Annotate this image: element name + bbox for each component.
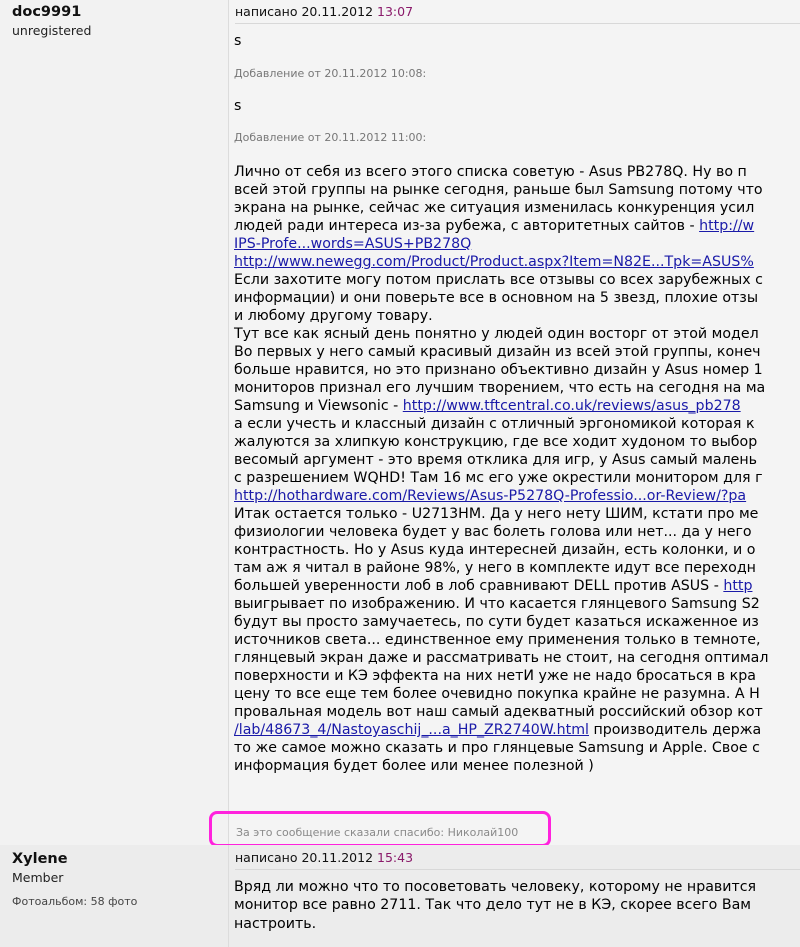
text-segment: контрастность. Но у Asus куда интересней… — [234, 542, 756, 558]
text-segment: Если захотите могу потом прислать все от… — [234, 272, 763, 288]
post-text-line: http://hothardware.com/Reviews/Asus-P527… — [234, 487, 746, 505]
text-segment: источников света... единственное ему при… — [234, 632, 761, 648]
text-segment: информации) и они поверьте все в основно… — [234, 290, 759, 306]
text-segment: монитор все равно 2711. Так что дело тут… — [234, 897, 751, 914]
post-text-line: большей уверенности лоб в лоб сравнивают… — [234, 577, 752, 595]
post-text-line: весомый аргумент - это время отклика для… — [234, 451, 757, 469]
text-segment: людей ради интереса из-за рубежа, с авто… — [234, 218, 700, 234]
post-text-line: IPS-Profe...words=ASUS+PB278Q — [234, 235, 471, 253]
post-text-line: http://www.newegg.com/Product/Product.as… — [234, 253, 754, 271]
post-link[interactable]: /lab/48673_4/Nastoyaschij_...a_HP_ZR2740… — [234, 722, 589, 738]
post-text-line: а если учесть и классный дизайн с отличн… — [234, 415, 755, 433]
post-text-line: физиологии человека будет у вас болеть г… — [234, 523, 752, 541]
user-info-panel: Xylene Member Фотоальбом: 58 фото — [0, 845, 229, 947]
text-segment: информация будет более или менее полезно… — [234, 758, 594, 774]
text-segment: экрана на рынке, сейчас же ситуация изме… — [234, 200, 755, 216]
text-segment: с разрешением WQHD! Там 16 мс его уже ок… — [234, 470, 763, 486]
post-text-line: Если захотите могу потом прислать все от… — [234, 271, 763, 289]
text-segment: а если учесть и классный дизайн с отличн… — [234, 416, 755, 432]
text-segment: и любому другому товару. — [234, 308, 433, 324]
post-text-line: /lab/48673_4/Nastoyaschij_...a_HP_ZR2740… — [234, 721, 761, 739]
text-segment: Samsung и Viewsonic - — [234, 398, 403, 414]
post-text-line: настроить. — [234, 915, 316, 933]
text-segment: Вряд ли можно что то посоветовать челове… — [234, 879, 757, 895]
post-text-line: выигрывает по изображению. И что касаетс… — [234, 595, 760, 613]
text-segment: мониторов признал его лучшим творением, … — [234, 380, 766, 396]
post-text-line: информация будет более или менее полезно… — [234, 757, 594, 775]
text-segment: Во первых у него самый красивый дизайн и… — [234, 344, 761, 360]
post-link[interactable]: http://www.newegg.com/Product/Product.as… — [234, 254, 754, 270]
text-segment: Лично от себя из всего этого списка сове… — [234, 164, 747, 180]
post-text-line: Во первых у него самый красивый дизайн и… — [234, 343, 761, 361]
post-text-line: жалуются за хлипкую конструкцию, где все… — [234, 433, 757, 451]
post-text-line: монитор все равно 2711. Так что дело тут… — [234, 896, 751, 914]
post-link[interactable]: http://w — [699, 218, 754, 234]
text-segment: всей этой группы на рынке сегодня, раньш… — [234, 182, 763, 198]
post-link[interactable]: http://www.tftcentral.co.uk/reviews/asus… — [403, 398, 741, 414]
post-time: 13:07 — [377, 4, 414, 19]
post-text-line: людей ради интереса из-за рубежа, с авто… — [234, 217, 754, 235]
text-segment: больше нравится, но это признано объекти… — [234, 362, 763, 378]
post-text-line: то же самое можно сказать и про глянцевы… — [234, 739, 760, 757]
text-segment: провальная модель вот наш самый адекватн… — [234, 704, 763, 720]
text-segment: физиологии человека будет у вас болеть г… — [234, 524, 752, 540]
text-segment: производитель держа — [588, 722, 762, 738]
forum-post: Xylene Member Фотоальбом: 58 фото написа… — [0, 845, 800, 947]
username[interactable]: Xylene — [12, 851, 68, 867]
post-text-line: источников света... единственное ему при… — [234, 631, 761, 649]
post-text-line: больше нравится, но это признано объекти… — [234, 361, 763, 379]
highlight-box — [209, 811, 551, 847]
username[interactable]: doc9991 — [12, 4, 81, 20]
post-text-line: там аж я читал в районе 98%, у него в ко… — [234, 559, 756, 577]
text-segment: будут вы просто замучаетесь, по сути буд… — [234, 614, 759, 630]
post-text-line: контрастность. Но у Asus куда интересней… — [234, 541, 755, 559]
text-segment: выигрывает по изображению. И что касаетс… — [234, 596, 760, 612]
post-text-line: Вряд ли можно что то посоветовать челове… — [234, 878, 756, 896]
post-text-line: цену то все еще тем более очевидно покуп… — [234, 685, 760, 703]
text-segment: большей уверенности лоб в лоб сравнивают… — [234, 578, 724, 594]
post-date: написано 20.11.2012 — [235, 4, 374, 19]
text-segment: то же самое можно сказать и про глянцевы… — [234, 740, 760, 756]
post-link[interactable]: IPS-Profe...words=ASUS+PB278Q — [234, 236, 471, 252]
text-segment: Тут все как ясный день понятно у людей о… — [234, 326, 759, 342]
post-text-line: глянцевый экран даже и рассматривать не … — [234, 649, 768, 667]
post-time: 15:43 — [377, 850, 414, 865]
post-date-line: написано 20.11.2012 15:43 — [235, 850, 800, 870]
post-link[interactable]: http://hothardware.com/Reviews/Asus-P527… — [234, 488, 746, 504]
text-segment: жалуются за хлипкую конструкцию, где все… — [234, 434, 758, 450]
post-text-line: s — [234, 33, 242, 49]
forum-post: doc9991 unregistered написано 20.11.2012… — [0, 0, 800, 847]
post-link[interactable]: http — [723, 578, 752, 594]
user-title: unregistered — [12, 23, 92, 38]
post-text-line: провальная модель вот наш самый адекватн… — [234, 703, 763, 721]
post-text-line: Лично от себя из всего этого списка сове… — [234, 163, 747, 181]
photo-album-link[interactable]: Фотоальбом: 58 фото — [12, 895, 137, 908]
text-segment: весомый аргумент - это время отклика для… — [234, 452, 758, 468]
text-segment: поверхности и КЭ эффекта на них нетИ уже… — [234, 668, 756, 684]
post-text-line: поверхности и КЭ эффекта на них нетИ уже… — [234, 667, 756, 685]
post-text-line: всей этой группы на рынке сегодня, раньш… — [234, 181, 763, 199]
post-text-line: Итак остается только - U2713HM. Да у нег… — [234, 505, 758, 523]
post-text-line: экрана на рынке, сейчас же ситуация изме… — [234, 199, 754, 217]
text-segment: там аж я читал в районе 98%, у него в ко… — [234, 560, 756, 576]
post-text-line: Samsung и Viewsonic - http://www.tftcent… — [234, 397, 741, 415]
post-date: написано 20.11.2012 — [235, 850, 374, 865]
text-segment: цену то все еще тем более очевидно покуп… — [234, 686, 760, 702]
post-date-line: написано 20.11.2012 13:07 — [235, 4, 800, 24]
post-text-line: с разрешением WQHD! Там 16 мс его уже ок… — [234, 469, 763, 487]
user-info-panel: doc9991 unregistered — [0, 0, 229, 845]
user-title: Member — [12, 870, 64, 885]
post-text-line: информации) и они поверьте все в основно… — [234, 289, 758, 307]
post-text-line: и любому другому товару. — [234, 307, 433, 325]
post-text-line: s — [234, 98, 242, 114]
post-text-line: мониторов признал его лучшим творением, … — [234, 379, 765, 397]
text-segment: настроить. — [234, 915, 317, 932]
post-text-line: Тут все как ясный день понятно у людей о… — [234, 325, 759, 343]
text-segment: Итак остается только - U2713HM. Да у нег… — [234, 506, 759, 522]
addition-label: Добавление от 20.11.2012 10:08: — [234, 67, 427, 80]
post-text-line: будут вы просто замучаетесь, по сути буд… — [234, 613, 759, 631]
text-segment: глянцевый экран даже и рассматривать не … — [234, 650, 769, 666]
addition-label: Добавление от 20.11.2012 11:00: — [234, 131, 427, 144]
